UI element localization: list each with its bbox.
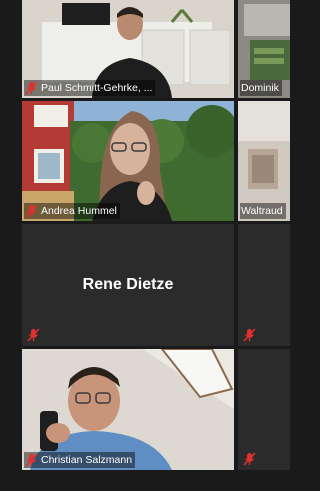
participant-tile-6[interactable] — [238, 224, 290, 346]
participant-name: Andrea Hummel — [41, 205, 117, 217]
mic-muted-icon — [243, 328, 256, 342]
participant-name: Waltraud — [241, 205, 283, 217]
participant-name-row: Paul Schmitt-Gehrke, ... — [24, 80, 156, 96]
participant-tile-paul[interactable]: Paul Schmitt-Gehrke, ... — [22, 0, 234, 98]
mic-muted-icon — [25, 81, 38, 95]
participant-tile-andrea[interactable]: Andrea Hummel — [22, 101, 234, 221]
mic-muted-icon — [243, 452, 256, 466]
mic-muted-icon — [27, 328, 40, 342]
participant-name-row: Christian Salzmann — [24, 452, 136, 468]
participant-tile-8[interactable] — [238, 349, 290, 470]
participant-tile-christian[interactable]: Christian Salzmann — [22, 349, 234, 470]
mic-muted-icon — [25, 453, 38, 467]
participant-tile-dominik[interactable]: Dominik — [238, 0, 290, 98]
participant-tile-waltraud[interactable]: Waltraud — [238, 101, 290, 221]
participant-display-name: Rene Dietze — [82, 276, 174, 293]
participant-name-row: Waltraud — [240, 203, 286, 219]
mic-muted-icon — [25, 204, 38, 218]
participant-name-row: Dominik — [240, 80, 282, 96]
participant-name-row: Andrea Hummel — [24, 203, 120, 219]
participant-name: Paul Schmitt-Gehrke, ... — [41, 82, 153, 94]
participant-tile-rene[interactable]: Rene Dietze — [22, 224, 234, 346]
participant-name: Christian Salzmann — [41, 454, 133, 466]
participant-name: Dominik — [241, 82, 279, 94]
